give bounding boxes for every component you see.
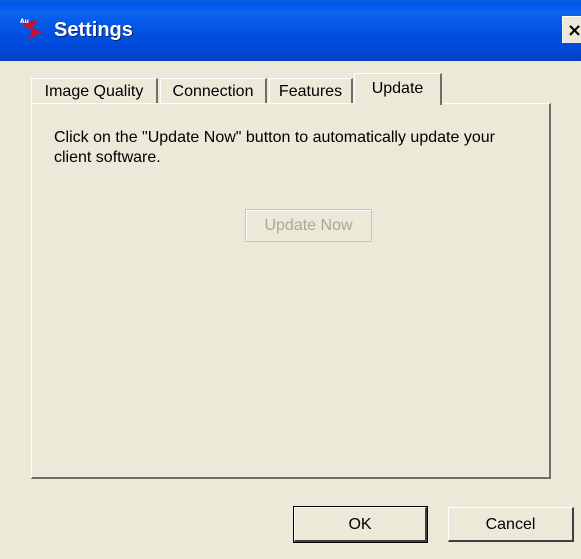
- update-now-button[interactable]: Update Now: [245, 209, 372, 242]
- app-logo-icon: Au: [20, 18, 42, 40]
- tab-image-quality[interactable]: Image Quality: [31, 78, 158, 104]
- cancel-button[interactable]: Cancel: [448, 507, 574, 542]
- update-instructions: Click on the "Update Now" button to auto…: [54, 129, 495, 166]
- ok-button[interactable]: OK: [293, 506, 428, 543]
- tab-features[interactable]: Features: [269, 78, 353, 104]
- tab-update[interactable]: Update: [354, 73, 442, 105]
- title-bar[interactable]: Au Settings ×: [0, 0, 581, 61]
- svg-text:Au: Au: [20, 18, 29, 25]
- settings-dialog: Au Settings × Image Quality Connection F…: [0, 0, 581, 559]
- window-title: Settings: [54, 19, 133, 41]
- tab-connection[interactable]: Connection: [160, 78, 267, 104]
- update-tab-panel: Click on the "Update Now" button to auto…: [31, 103, 551, 479]
- close-icon[interactable]: ×: [562, 16, 581, 43]
